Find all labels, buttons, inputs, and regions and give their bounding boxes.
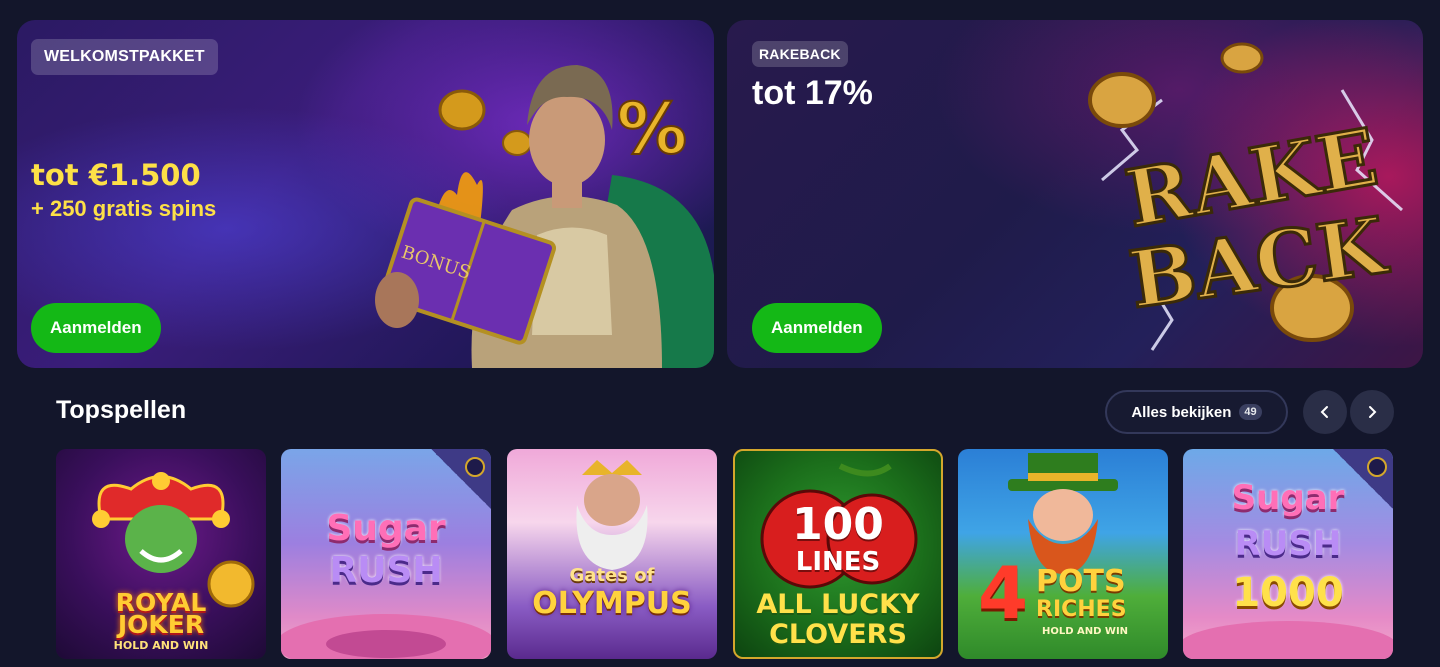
game-tile-gates-of-olympus[interactable]: Gates of OLYMPUS (507, 449, 717, 659)
game-title-line1: Sugar (326, 508, 446, 549)
game-tile-royal-joker[interactable]: ROYAL JOKER HOLD AND WIN (56, 449, 266, 659)
game-title-line2: POTS (1036, 564, 1126, 599)
rakeback-banner[interactable]: RAKEBACK tot 17% RAKE BACK Aanmelden (727, 20, 1423, 368)
game-tile-4-pots-riches[interactable]: 4 POTS RICHES HOLD AND WIN (958, 449, 1168, 659)
game-title-line2: RUSH (329, 550, 443, 591)
game-title-line2: RUSH (1234, 524, 1342, 564)
game-subtitle: HOLD AND WIN (113, 639, 209, 652)
view-all-label: Alles bekijken (1131, 403, 1232, 421)
provider-corner (431, 449, 491, 509)
rakeback-title: tot 17% (752, 74, 873, 112)
zeus-illustration (576, 460, 648, 570)
chevron-left-icon (1320, 406, 1328, 418)
game-title-line1: 100 (792, 499, 884, 550)
provider-icon (1367, 457, 1387, 477)
game-title-line3: 1000 (1232, 570, 1344, 616)
rakeback-illustration: RAKE BACK (1088, 42, 1403, 351)
welcome-banner[interactable]: WELKOMSTPAKKET tot €1.500 + 250 gratis s… (17, 20, 714, 368)
games-count-badge: 49 (1239, 404, 1262, 420)
game-title-line2: OLYMPUS (532, 586, 692, 621)
provider-icon (465, 457, 485, 477)
game-title-line2: JOKER (117, 610, 205, 639)
carousel-next-button[interactable] (1350, 390, 1394, 434)
game-tile-sugar-rush[interactable]: Sugar RUSH (281, 449, 491, 659)
game-subtitle: HOLD AND WIN (1042, 626, 1129, 637)
game-tile-all-lucky-clovers[interactable]: 100 LINES ALL LUCKY CLOVERS (733, 449, 943, 659)
welcome-signup-button[interactable]: Aanmelden (31, 303, 161, 353)
candy-landscape (1183, 621, 1393, 659)
welcome-badge: WELKOMSTPAKKET (31, 39, 218, 75)
view-all-button[interactable]: Alles bekijken 49 (1105, 390, 1288, 434)
game-title-line1: Gates of (569, 565, 655, 586)
hero-illustration: % BONUS (375, 65, 714, 368)
rakeback-badge: RAKEBACK (752, 41, 848, 67)
game-title-line3: ALL LUCKY (756, 589, 920, 620)
svg-text:%: % (617, 88, 687, 170)
welcome-amount: tot €1.500 (31, 158, 201, 192)
game-title-line1: Sugar (1231, 478, 1345, 518)
welcome-spins: + 250 gratis spins (31, 196, 217, 221)
game-title-line1: 4 (978, 551, 1029, 635)
carousel-prev-button[interactable] (1303, 390, 1347, 434)
candy-landscape (281, 614, 491, 659)
game-title-line2: LINES (795, 547, 881, 577)
game-title-line4: CLOVERS (769, 619, 907, 650)
game-tile-sugar-rush-1000[interactable]: Sugar RUSH 1000 (1183, 449, 1393, 659)
section-title-topspellen: Topspellen (56, 396, 187, 424)
chevron-right-icon (1369, 406, 1377, 418)
game-title-line3: RICHES (1036, 597, 1127, 622)
rakeback-signup-button[interactable]: Aanmelden (752, 303, 882, 353)
